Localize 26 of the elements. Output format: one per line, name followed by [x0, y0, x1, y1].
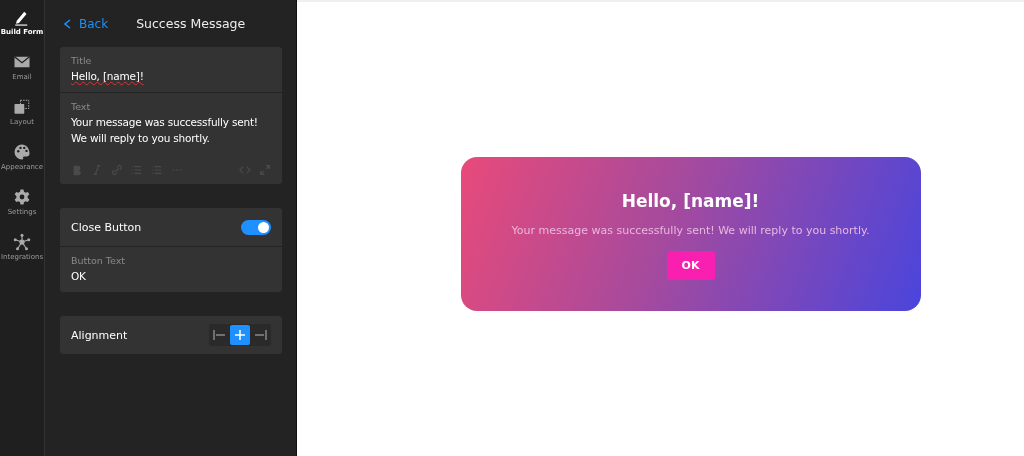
toggle-switch[interactable] [241, 219, 271, 235]
title-field[interactable]: Hello, [name]! [71, 68, 271, 84]
align-center-icon [233, 329, 247, 341]
button-text-field[interactable]: OK [71, 268, 271, 284]
align-left-icon [213, 329, 227, 341]
message-text: Your message was successfully sent! We will reply to you shortly. [511, 223, 870, 237]
field-label: Text [71, 101, 92, 112]
field-label: Button Text [71, 255, 127, 266]
setting-label: Alignment [71, 328, 128, 342]
ok-button[interactable]: OK [666, 250, 715, 280]
setting-label: Close Button [71, 220, 142, 234]
text-field[interactable]: Your message was successfully sent! We will reply to you shortly. [71, 114, 271, 146]
panel-title: Success Message [136, 16, 246, 31]
network-icon [13, 233, 31, 251]
layers-icon [13, 98, 31, 116]
link-icon [111, 164, 123, 176]
alignment-option[interactable] [230, 325, 250, 345]
italic-icon [91, 164, 103, 176]
field-label: Title [71, 55, 93, 66]
align-right-icon [253, 329, 267, 341]
bold-icon [71, 164, 83, 176]
message-title: Hello, [name]! [621, 190, 760, 211]
settings-icon [13, 188, 31, 206]
palette-icon [13, 143, 31, 161]
chevron-left-icon [64, 18, 71, 29]
back-button[interactable]: Back [60, 16, 109, 31]
